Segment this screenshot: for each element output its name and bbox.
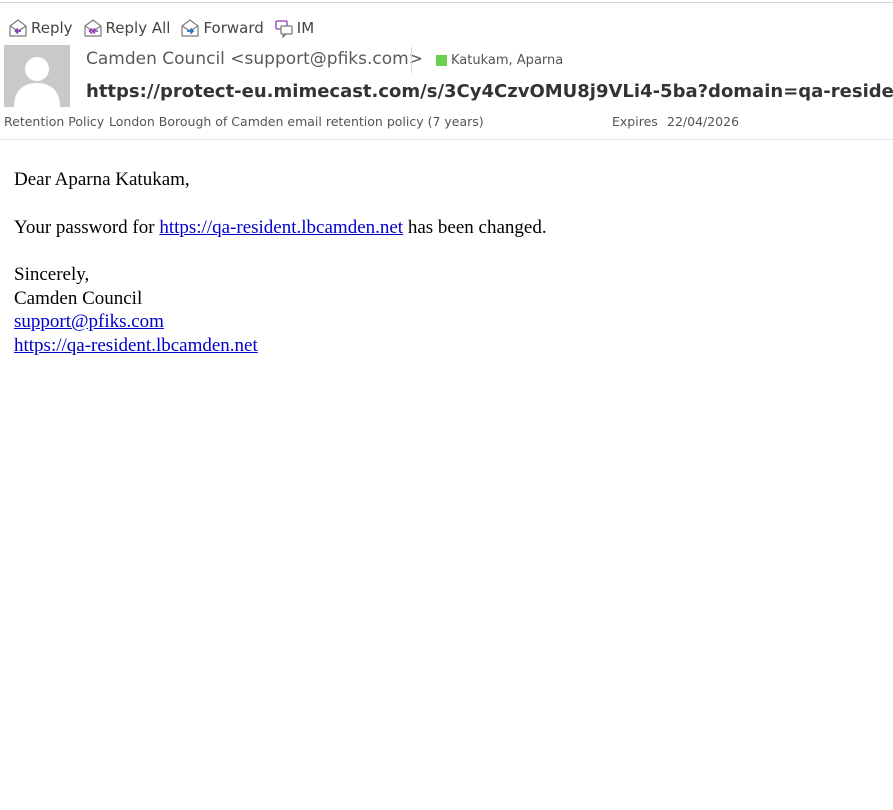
forward-label: Forward <box>203 19 264 37</box>
password-changed-line: Your password for https://qa-resident.lb… <box>14 216 874 240</box>
sender-name: Camden Council <box>86 49 225 69</box>
message-body: Dear Aparna Katukam, Your password for h… <box>14 168 874 357</box>
reply-all-label: Reply All <box>105 19 171 37</box>
reply-label: Reply <box>31 19 73 37</box>
expires-value: 22/04/2026 <box>667 114 740 129</box>
reply-all-button[interactable]: Reply All <box>83 16 171 40</box>
message-toolbar: Reply Reply All Forward IM <box>8 16 324 40</box>
closing: Sincerely, <box>14 264 90 285</box>
presence-indicator <box>436 55 447 66</box>
signature-email-link[interactable]: support@pfiks.com <box>14 311 164 332</box>
retention-policy-bar: Retention Policy London Borough of Camde… <box>4 114 889 130</box>
retention-value: London Borough of Camden email retention… <box>109 114 484 129</box>
greeting: Dear Aparna Katukam, <box>14 169 190 190</box>
message-subject: https://protect-eu.mimecast.com/s/3Cy4Cz… <box>86 81 893 102</box>
recipient-name: Katukam, Aparna <box>451 53 564 68</box>
signature-name: Camden Council <box>14 287 143 309</box>
forward-button[interactable]: Forward <box>180 16 264 40</box>
signature-url-line: https://qa-resident.lbcamden.net <box>14 334 874 358</box>
header-separator <box>0 139 893 140</box>
signature-email-line: support@pfiks.com <box>14 310 874 334</box>
retention-label: Retention Policy <box>4 114 105 129</box>
sender[interactable]: Camden Council <support@pfiks.com> <box>86 49 423 69</box>
im-label: IM <box>296 19 315 37</box>
sender-email: <support@pfiks.com> <box>230 49 423 69</box>
site-link[interactable]: https://qa-resident.lbcamden.net <box>159 217 403 238</box>
im-button[interactable]: IM <box>274 16 314 40</box>
avatar[interactable] <box>4 45 70 107</box>
recipient[interactable]: Katukam, Aparna <box>436 53 563 68</box>
im-icon <box>274 18 294 38</box>
expires-label: Expires <box>612 114 658 129</box>
top-border <box>0 2 893 3</box>
person-silhouette-icon <box>14 57 60 107</box>
line-suffix: has been changed. <box>403 216 547 238</box>
reply-all-icon <box>83 18 103 38</box>
signature-url-link[interactable]: https://qa-resident.lbcamden.net <box>14 335 258 356</box>
line-prefix: Your password for <box>14 216 160 238</box>
header-divider <box>411 47 412 73</box>
reply-icon <box>8 18 28 38</box>
forward-icon <box>180 18 200 38</box>
reply-button[interactable]: Reply <box>8 16 73 40</box>
